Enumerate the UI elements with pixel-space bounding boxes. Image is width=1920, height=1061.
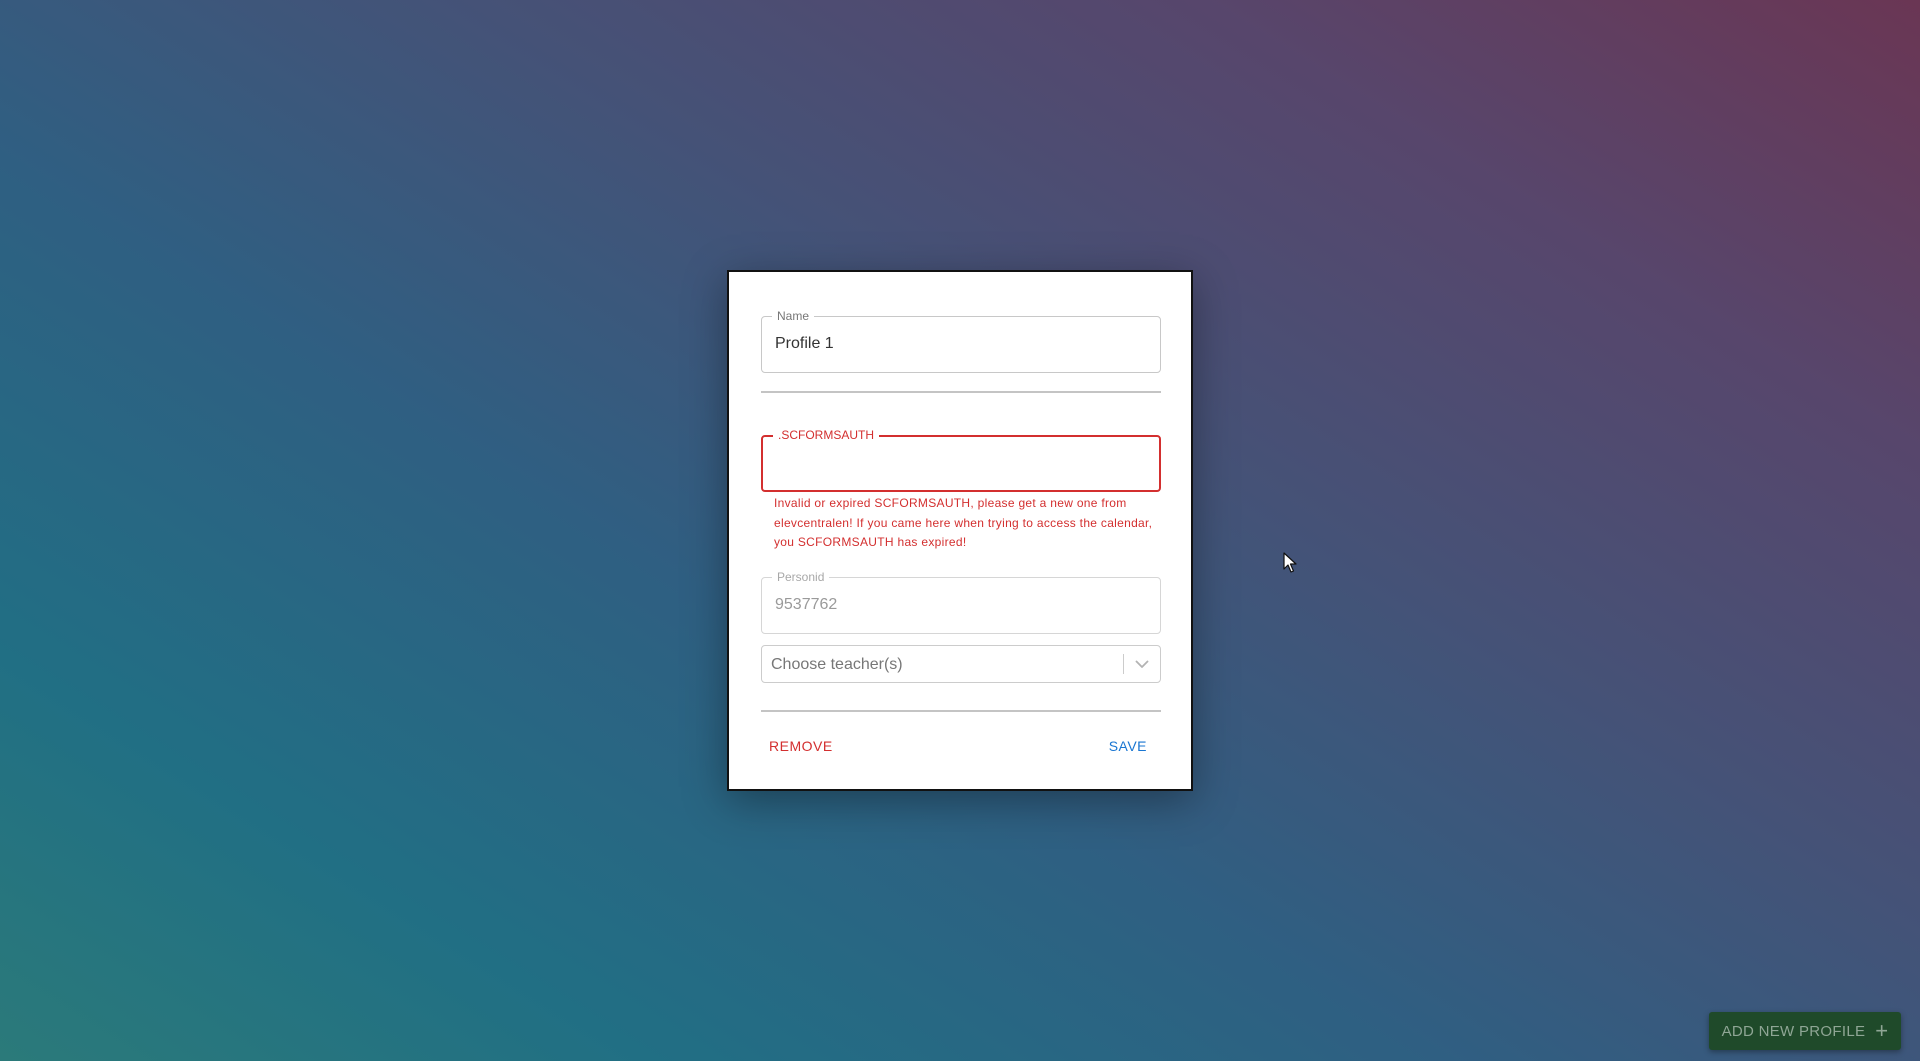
plus-icon: + (1875, 1018, 1889, 1043)
teacher-select[interactable]: Choose teacher(s) (761, 645, 1161, 683)
personid-field-label: Personid (772, 570, 830, 584)
name-field[interactable]: Name (761, 309, 1161, 373)
scformsauth-error-message: Invalid or expired SCFORMSAUTH, please g… (774, 496, 1153, 549)
scformsauth-input[interactable] (776, 454, 1146, 474)
mouse-cursor-icon (1283, 552, 1297, 573)
chevron-down-icon[interactable] (1132, 654, 1152, 674)
personid-field[interactable]: Personid (761, 570, 1161, 634)
scformsauth-field-label: .SCFORMSAUTH (773, 428, 879, 442)
add-new-profile-button[interactable]: ADD NEW PROFILE + (1709, 1012, 1901, 1050)
add-new-profile-label: ADD NEW PROFILE (1721, 1022, 1866, 1040)
select-separator (1123, 654, 1124, 674)
personid-input[interactable] (775, 595, 1145, 615)
save-button[interactable]: SAVE (1101, 728, 1155, 764)
profile-dialog: Name .SCFORMSAUTH Invalid or expired SCF… (727, 270, 1193, 791)
scformsauth-field[interactable]: .SCFORMSAUTH (761, 428, 1161, 492)
remove-button[interactable]: REMOVE (761, 728, 841, 764)
name-field-label: Name (772, 309, 815, 323)
divider (761, 391, 1161, 393)
divider (761, 710, 1161, 712)
name-input[interactable] (775, 334, 1145, 354)
teacher-select-placeholder: Choose teacher(s) (771, 656, 903, 673)
